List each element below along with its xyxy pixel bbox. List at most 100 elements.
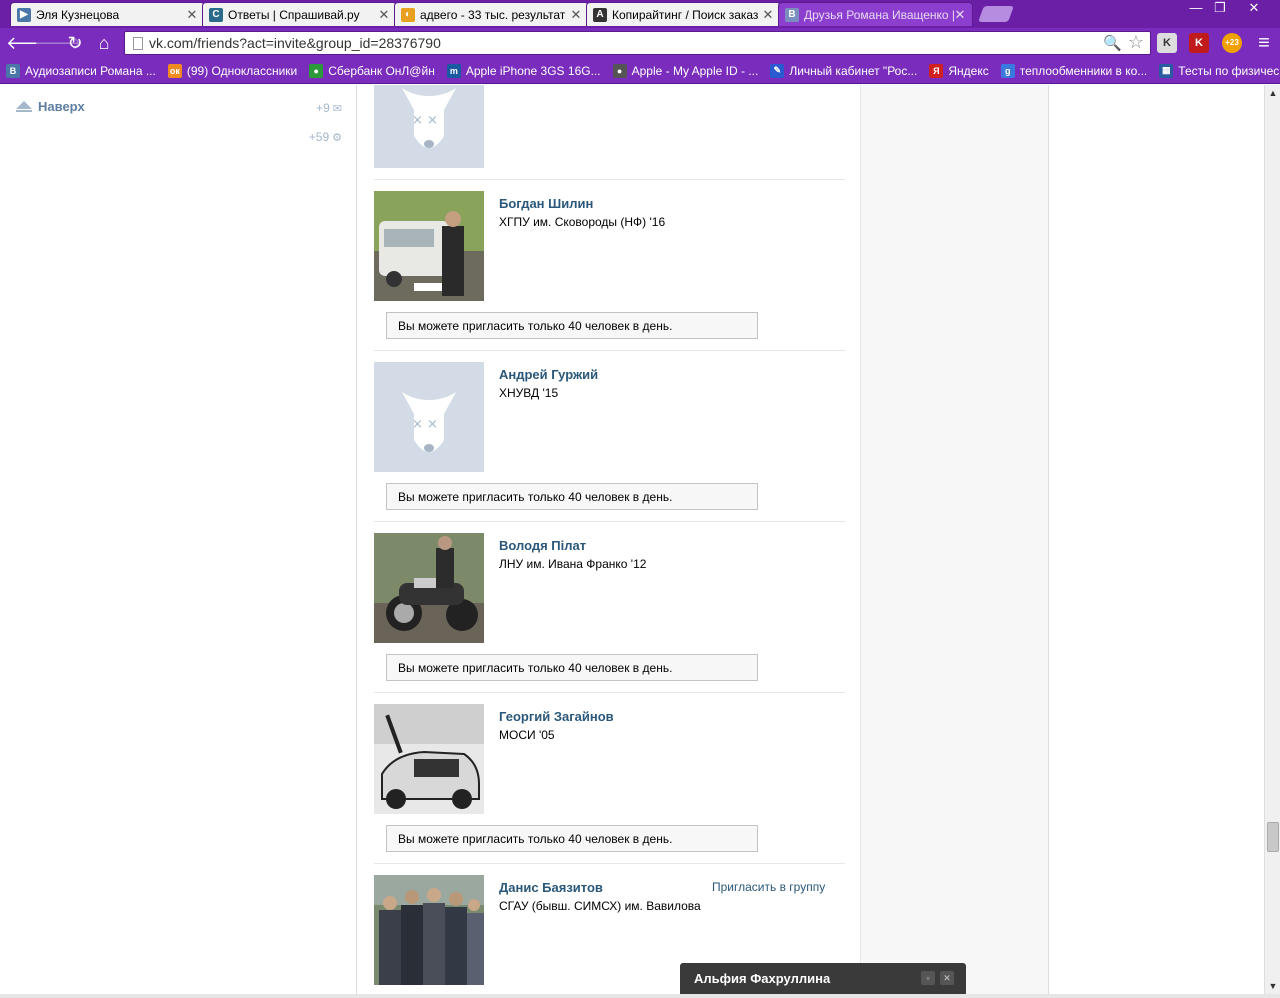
- bookmark-star-icon[interactable]: ☆: [1128, 32, 1144, 53]
- advego-favicon-icon: A: [593, 7, 607, 22]
- friend-education: СГАУ (бывш. СИМСХ) им. Вавилова: [499, 899, 701, 913]
- avatar[interactable]: [374, 875, 484, 985]
- bookmark-label: Сбербанк ОнЛ@йн: [328, 63, 435, 78]
- avatar[interactable]: [374, 191, 484, 301]
- tab-1[interactable]: C Ответы | Спрашивай.ру ✕: [202, 2, 397, 26]
- address-bar[interactable]: vk.com/friends?act=invite&group_id=28376…: [124, 31, 1151, 55]
- close-chat-icon[interactable]: ✕: [940, 971, 954, 985]
- close-icon[interactable]: ✕: [570, 7, 582, 23]
- scroll-up-arrow-icon[interactable]: ▲: [1265, 85, 1280, 101]
- search-favicon-icon: ◐: [401, 7, 415, 22]
- tab-3[interactable]: A Копирайтинг / Поиск заказ ✕: [586, 2, 781, 26]
- chat-contact-name: Альфия Фахруллина: [694, 971, 831, 986]
- divider: [374, 863, 845, 864]
- bookmark-item[interactable]: ● Apple - My Apple ID - ...: [612, 63, 758, 78]
- friend-photo: [374, 191, 484, 301]
- forward-arrow-icon[interactable]: 🡒: [34, 32, 82, 54]
- divider: [374, 350, 845, 351]
- weather-icon[interactable]: +23: [1222, 33, 1242, 53]
- friend-photo: [374, 704, 484, 814]
- divider: [374, 692, 845, 693]
- tab-title: адвего - 33 тыс. результат: [420, 7, 566, 22]
- friend-name-link[interactable]: Володя Пілат: [499, 538, 586, 553]
- bookmark-item[interactable]: ● Сбербанк ОнЛ@йн: [309, 63, 435, 78]
- friend-education: ХГПУ им. Сковороды (НФ) '16: [499, 215, 666, 229]
- restore-icon[interactable]: ❐: [1206, 0, 1234, 18]
- scrollbar-thumb[interactable]: [1267, 822, 1279, 852]
- bookmark-label: теплообменники в ко...: [1019, 63, 1148, 78]
- tab-2[interactable]: ◐ адвего - 33 тыс. результат ✕: [394, 2, 589, 26]
- invite-limit-message: Вы можете пригласить только 40 человек в…: [386, 654, 758, 681]
- bookmark-item[interactable]: ▦ Тесты по физическо...: [1159, 63, 1280, 78]
- bookmark-label: (99) Одноклассники: [186, 63, 298, 78]
- svg-text:× ×: × ×: [412, 417, 438, 432]
- page-viewport: Наверх +9 ✉ +59 ⚙ × × Богдан Шилин ХГПУ …: [0, 85, 1264, 994]
- tab-4-active[interactable]: B Друзья Романа Иващенко | ✕: [778, 2, 973, 26]
- bookmark-item[interactable]: B Аудиозаписи Романа ...: [6, 63, 156, 78]
- kaspersky-icon[interactable]: K: [1189, 33, 1209, 53]
- feather-icon: ✎: [770, 63, 785, 78]
- scroll-to-top-link[interactable]: Наверх: [16, 99, 85, 114]
- tab-title: Эля Кузнецова: [36, 7, 120, 22]
- minimize-chat-icon[interactable]: ▫: [921, 971, 935, 985]
- close-icon[interactable]: ✕: [954, 7, 966, 23]
- sprashivai-favicon-icon: C: [209, 7, 223, 22]
- friend-education: ЛНУ им. Ивана Франко '12: [499, 557, 647, 571]
- tab-title: Ответы | Спрашивай.ру: [228, 7, 360, 22]
- reload-icon[interactable]: ↻: [63, 32, 87, 54]
- close-icon[interactable]: ✕: [186, 7, 198, 23]
- menu-icon[interactable]: ≡: [1252, 32, 1276, 54]
- vk-icon: B: [6, 63, 20, 78]
- bookmark-label: Тесты по физическо...: [1178, 63, 1280, 78]
- notifications-counter[interactable]: +59 ⚙: [309, 130, 342, 144]
- gear-icon: ⚙: [332, 131, 342, 144]
- left-sidebar: Наверх +9 ✉ +59 ⚙: [0, 85, 357, 994]
- k-extension-icon[interactable]: K: [1157, 33, 1177, 53]
- browser-toolbar: 🡐 🡒 ↻ ⌂ vk.com/friends?act=invite&group_…: [0, 28, 1280, 58]
- friend-name-link[interactable]: Андрей Гуржий: [499, 367, 598, 382]
- messages-counter[interactable]: +9 ✉: [316, 101, 342, 115]
- yandex-icon: Я: [929, 63, 944, 78]
- search-icon[interactable]: 🔍: [1103, 34, 1122, 52]
- dog-placeholder-icon: × ×: [402, 88, 456, 148]
- back-arrow-icon[interactable]: 🡐: [6, 32, 54, 54]
- vertical-scrollbar[interactable]: ▲ ▼: [1264, 85, 1280, 994]
- chat-window-bar[interactable]: Альфия Фахруллина ▫ ✕: [680, 963, 966, 994]
- window-close-icon[interactable]: ✕: [1240, 0, 1268, 18]
- invite-limit-message: Вы можете пригласить только 40 человек в…: [386, 825, 758, 852]
- bookmark-item[interactable]: ✎ Личный кабинет "Рос...: [770, 63, 917, 78]
- divider: [374, 521, 845, 522]
- close-icon[interactable]: ✕: [378, 7, 390, 23]
- bookmark-label: Apple iPhone 3GS 16G...: [465, 63, 601, 78]
- scroll-down-arrow-icon[interactable]: ▼: [1265, 978, 1280, 994]
- bookmark-item[interactable]: Я Яндекс: [929, 63, 989, 78]
- friend-name-link[interactable]: Богдан Шилин: [499, 196, 593, 211]
- avatar[interactable]: [374, 704, 484, 814]
- avatar[interactable]: × ×: [374, 362, 484, 472]
- tab-strip: ▶ Эля Кузнецова ✕ C Ответы | Спрашивай.р…: [0, 0, 1280, 28]
- tab-0[interactable]: ▶ Эля Кузнецова ✕: [10, 2, 205, 26]
- bookmark-item[interactable]: g теплообменники в ко...: [1000, 63, 1148, 78]
- envelope-icon: ✉: [332, 102, 342, 115]
- home-icon[interactable]: ⌂: [92, 32, 116, 54]
- friend-name-link[interactable]: Данис Баязитов: [499, 880, 603, 895]
- invite-limit-message: Вы можете пригласить только 40 человек в…: [386, 312, 758, 339]
- google-icon: g: [1000, 63, 1015, 78]
- svg-text:× ×: × ×: [412, 113, 438, 128]
- bookmark-item[interactable]: ок (99) Одноклассники: [167, 63, 298, 78]
- bookmark-item[interactable]: m Apple iPhone 3GS 16G...: [446, 63, 601, 78]
- sberbank-icon: ●: [309, 63, 324, 78]
- avatar[interactable]: × ×: [374, 85, 484, 168]
- close-icon[interactable]: ✕: [762, 7, 774, 23]
- store-icon: m: [446, 63, 461, 78]
- page-icon: [133, 37, 143, 50]
- avatar[interactable]: [374, 533, 484, 643]
- friend-name-link[interactable]: Георгий Загайнов: [499, 709, 614, 724]
- apple-icon: ●: [612, 63, 627, 78]
- bookmark-label: Аудиозаписи Романа ...: [25, 63, 156, 78]
- new-tab-button[interactable]: [978, 6, 1014, 22]
- friend-education: ХНУВД '15: [499, 386, 559, 400]
- arrow-up-icon: [16, 100, 32, 112]
- vk-audio-favicon-icon: ▶: [17, 7, 31, 22]
- invite-to-group-link[interactable]: Пригласить в группу: [712, 880, 825, 894]
